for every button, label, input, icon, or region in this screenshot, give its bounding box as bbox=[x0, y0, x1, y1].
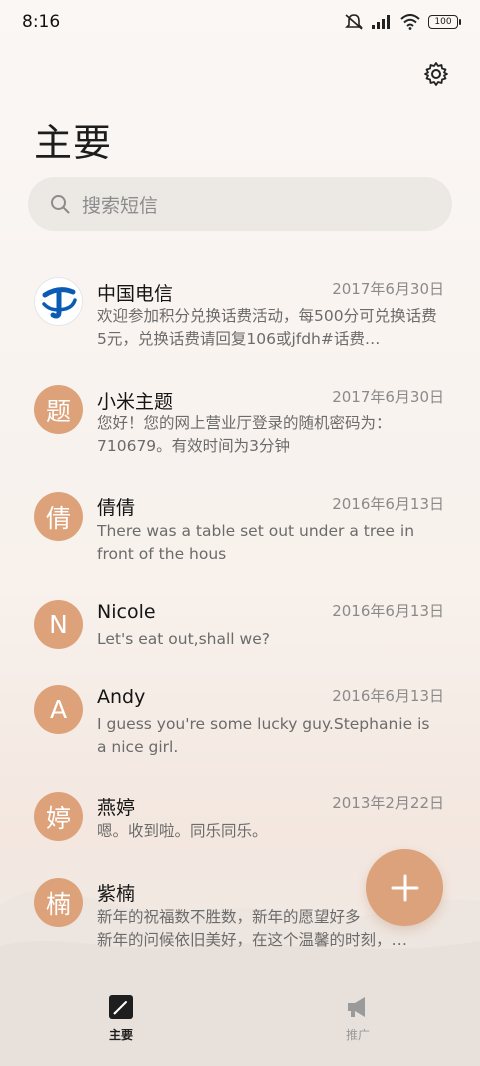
message-preview: 欢迎参加积分兑换话费活动，每500分可兑换话费5元，兑换话费请回复106或jfd… bbox=[97, 307, 437, 348]
tab-primary[interactable]: 主要 bbox=[91, 994, 151, 1043]
compose-icon bbox=[109, 995, 133, 1019]
message-date: 2016年6月13日 bbox=[332, 687, 444, 705]
signal-icon bbox=[372, 15, 390, 29]
tab-promotions[interactable]: 推广 bbox=[328, 994, 388, 1043]
message-date: 2017年6月30日 bbox=[332, 280, 444, 298]
avatar: 婷 bbox=[34, 792, 83, 841]
sender-name: 紫楠 bbox=[97, 883, 136, 905]
search-icon bbox=[51, 195, 70, 214]
avatar bbox=[34, 277, 83, 326]
wifi-icon bbox=[400, 14, 420, 30]
sender-name: Andy bbox=[97, 686, 146, 708]
megaphone-icon bbox=[348, 997, 365, 1017]
new-message-button[interactable] bbox=[366, 849, 443, 926]
message-preview-line2: 新年的问候依旧美好，在这个温馨的时刻，… bbox=[97, 931, 408, 949]
search-placeholder: 搜索短信 bbox=[82, 194, 159, 217]
gear-icon bbox=[424, 62, 448, 86]
battery-level: 100 bbox=[434, 17, 452, 27]
message-date: 2017年6月30日 bbox=[332, 388, 444, 406]
status-bar: 8:16 100 bbox=[0, 0, 480, 44]
message-date: 2016年6月13日 bbox=[332, 602, 444, 620]
bottom-navigation: 主要 推广 bbox=[0, 980, 480, 1066]
message-preview: There was a table set out under a tree i… bbox=[97, 522, 415, 563]
conversation-item[interactable]: 倩 倩倩 2016年6月13日 There was a table set ou… bbox=[0, 490, 480, 590]
mute-icon bbox=[345, 14, 363, 30]
message-preview: Let's eat out,shall we? bbox=[97, 630, 270, 648]
sender-name: Nicole bbox=[97, 601, 156, 623]
search-bar[interactable]: 搜索短信 bbox=[28, 177, 452, 231]
sender-name: 倩倩 bbox=[97, 497, 136, 519]
page-title: 主要 bbox=[34, 121, 113, 165]
status-icons: 100 bbox=[344, 13, 461, 31]
settings-button[interactable] bbox=[422, 60, 450, 88]
tab-promotions-label: 推广 bbox=[345, 1028, 370, 1042]
status-time: 8:16 bbox=[22, 12, 61, 32]
avatar: N bbox=[34, 600, 83, 649]
sender-name: 燕婷 bbox=[97, 797, 136, 819]
tab-primary-label: 主要 bbox=[108, 1028, 133, 1042]
china-telecom-logo-icon bbox=[41, 286, 77, 318]
message-preview: I guess you're some lucky guy.Stephanie … bbox=[97, 715, 430, 756]
plus-icon bbox=[391, 874, 418, 901]
message-date: 2013年2月22日 bbox=[332, 794, 444, 812]
conversation-item[interactable]: 题 小米主题 2017年6月30日 您好！您的网上营业厅登录的随机密码为：710… bbox=[0, 383, 480, 483]
avatar: 题 bbox=[34, 385, 83, 434]
conversation-item[interactable]: A Andy 2016年6月13日 I guess you're some lu… bbox=[0, 683, 480, 783]
avatar: A bbox=[34, 685, 83, 734]
avatar: 楠 bbox=[34, 878, 83, 927]
avatar: 倩 bbox=[34, 492, 83, 541]
message-date: 2016年6月13日 bbox=[332, 495, 444, 513]
message-preview: 您好！您的网上营业厅登录的随机密码为：710679。有效时间为3分钟 bbox=[97, 414, 392, 455]
sender-name: 中国电信 bbox=[97, 283, 174, 305]
conversation-item[interactable]: 中国电信 2017年6月30日 欢迎参加积分兑换话费活动，每500分可兑换话费5… bbox=[0, 270, 480, 370]
sender-name: 小米主题 bbox=[97, 391, 174, 413]
battery-icon: 100 bbox=[428, 15, 461, 29]
message-preview: 嗯。收到啦。同乐同乐。 bbox=[97, 822, 268, 840]
